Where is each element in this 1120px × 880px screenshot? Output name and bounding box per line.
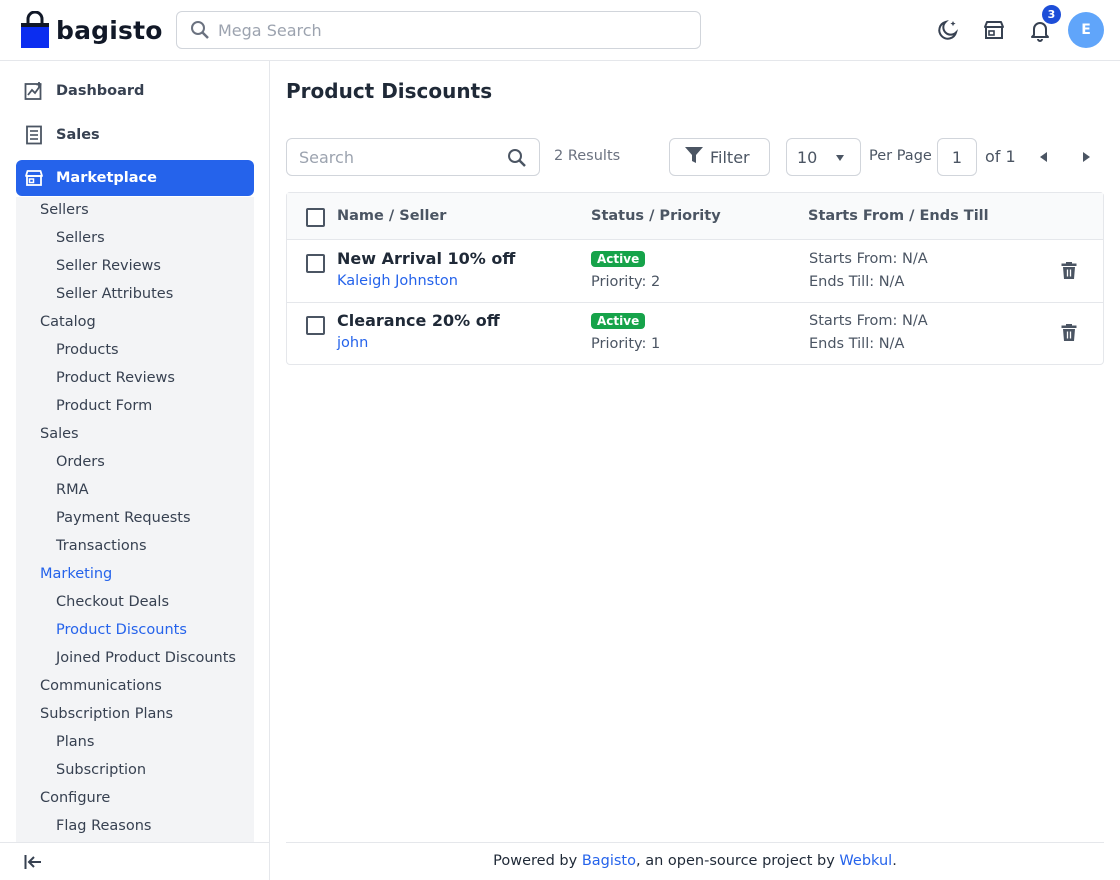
- submenu-transactions[interactable]: Transactions: [56, 538, 147, 554]
- webkul-link[interactable]: Webkul: [839, 853, 892, 869]
- submenu-product-reviews[interactable]: Product Reviews: [56, 370, 175, 386]
- results-count: 2 Results: [554, 148, 621, 164]
- datagrid-search-box[interactable]: [286, 138, 540, 176]
- filter-label: Filter: [710, 147, 750, 167]
- discount-name: Clearance 20% off: [337, 311, 500, 330]
- sidebar-item-label: Dashboard: [56, 83, 145, 99]
- sidebar-item-sales[interactable]: Sales: [16, 117, 254, 153]
- top-bar: bagisto 3 E: [0, 0, 1120, 61]
- table-row: Clearance 20% off john Active Priority: …: [287, 303, 1103, 365]
- submenu-joined-product-discounts[interactable]: Joined Product Discounts: [56, 650, 236, 666]
- mega-search-input[interactable]: [177, 12, 700, 48]
- submenu-flag-reasons[interactable]: Flag Reasons: [56, 818, 151, 834]
- status-badge: Active: [591, 251, 646, 267]
- column-header-status[interactable]: Status / Priority: [591, 208, 721, 224]
- submenu-product-discounts[interactable]: Product Discounts: [56, 622, 187, 638]
- sidebar: Dashboard Sales Marketplace Sellers Sell…: [0, 61, 270, 880]
- starts-from-text: Starts From: N/A: [809, 313, 928, 329]
- priority-text: Priority: 2: [591, 274, 661, 290]
- sidebar-footer: [0, 842, 270, 880]
- sidebar-item-label: Marketplace: [56, 170, 157, 186]
- logo-text: bagisto: [56, 15, 163, 45]
- store-icon[interactable]: [981, 17, 1007, 43]
- per-page-label: Per Page: [869, 148, 932, 164]
- footer-prefix: Powered by: [493, 853, 582, 869]
- collapse-sidebar-icon[interactable]: [24, 853, 42, 875]
- dark-mode-icon[interactable]: [935, 17, 961, 43]
- delete-icon[interactable]: [1059, 261, 1079, 281]
- submenu-rma[interactable]: RMA: [56, 482, 89, 498]
- select-all-checkbox[interactable]: [306, 208, 325, 227]
- submenu-products[interactable]: Products: [56, 342, 119, 358]
- bag-logo-icon: [20, 10, 50, 49]
- submenu-product-form[interactable]: Product Form: [56, 398, 152, 414]
- page-footer: Powered by Bagisto, an open-source proje…: [286, 842, 1104, 880]
- discounts-table: Name / Seller Status / Priority Starts F…: [286, 192, 1104, 365]
- datagrid-search-input[interactable]: [287, 139, 497, 175]
- marketplace-icon: [24, 168, 44, 188]
- avatar[interactable]: E: [1068, 12, 1104, 48]
- logo[interactable]: bagisto: [20, 10, 163, 50]
- seller-link[interactable]: Kaleigh Johnston: [337, 273, 458, 289]
- submenu-sellers[interactable]: Sellers: [56, 230, 105, 246]
- sidebar-item-dashboard[interactable]: Dashboard: [16, 73, 254, 109]
- submenu-configure[interactable]: Configure: [40, 790, 110, 806]
- mega-search-box[interactable]: [176, 11, 701, 49]
- previous-page-icon[interactable]: [1038, 151, 1050, 163]
- submenu-seller-reviews[interactable]: Seller Reviews: [56, 258, 161, 274]
- chevron-down-icon: [836, 155, 844, 161]
- next-page-icon[interactable]: [1080, 151, 1092, 163]
- priority-text: Priority: 1: [591, 336, 661, 352]
- footer-suffix: .: [892, 853, 897, 869]
- sidebar-item-label: Sales: [56, 127, 100, 143]
- dashboard-icon: [24, 81, 44, 101]
- notification-badge: 3: [1042, 5, 1061, 24]
- ends-till-text: Ends Till: N/A: [809, 274, 905, 290]
- sales-icon: [24, 125, 44, 145]
- submenu-subscription[interactable]: Subscription: [56, 762, 146, 778]
- submenu-communications[interactable]: Communications: [40, 678, 162, 694]
- submenu-orders[interactable]: Orders: [56, 454, 105, 470]
- page-total: of 1: [985, 147, 1016, 166]
- discount-name: New Arrival 10% off: [337, 249, 516, 268]
- table-row: New Arrival 10% off Kaleigh Johnston Act…: [287, 241, 1103, 303]
- per-page-value: 10: [797, 147, 818, 167]
- submenu-catalog[interactable]: Catalog: [40, 314, 96, 330]
- per-page-select[interactable]: 10: [786, 138, 861, 176]
- submenu-checkout-deals[interactable]: Checkout Deals: [56, 594, 169, 610]
- footer-middle: , an open-source project by: [636, 853, 840, 869]
- search-icon: [190, 20, 210, 44]
- page-number-input[interactable]: 1: [937, 138, 977, 176]
- submenu-sales[interactable]: Sales: [40, 426, 79, 442]
- bagisto-link[interactable]: Bagisto: [582, 853, 636, 869]
- submenu-marketing[interactable]: Marketing: [40, 566, 112, 582]
- submenu-plans[interactable]: Plans: [56, 734, 94, 750]
- column-header-name[interactable]: Name / Seller: [337, 208, 446, 224]
- starts-from-text: Starts From: N/A: [809, 251, 928, 267]
- page-title: Product Discounts: [286, 79, 493, 103]
- ends-till-text: Ends Till: N/A: [809, 336, 905, 352]
- filter-button[interactable]: Filter: [669, 138, 770, 176]
- row-checkbox[interactable]: [306, 254, 325, 273]
- table-header: Name / Seller Status / Priority Starts F…: [287, 193, 1103, 240]
- delete-icon[interactable]: [1059, 323, 1079, 343]
- submenu-seller-attributes[interactable]: Seller Attributes: [56, 286, 173, 302]
- search-icon[interactable]: [507, 148, 527, 172]
- submenu-sellers-group[interactable]: Sellers: [40, 202, 89, 218]
- submenu-subscription-plans[interactable]: Subscription Plans: [40, 706, 173, 722]
- column-header-dates[interactable]: Starts From / Ends Till: [808, 208, 989, 224]
- seller-link[interactable]: john: [337, 335, 368, 351]
- row-checkbox[interactable]: [306, 316, 325, 335]
- filter-icon: [684, 145, 704, 169]
- status-badge: Active: [591, 313, 646, 329]
- sidebar-item-marketplace[interactable]: Marketplace: [16, 160, 254, 196]
- submenu-payment-requests[interactable]: Payment Requests: [56, 510, 191, 526]
